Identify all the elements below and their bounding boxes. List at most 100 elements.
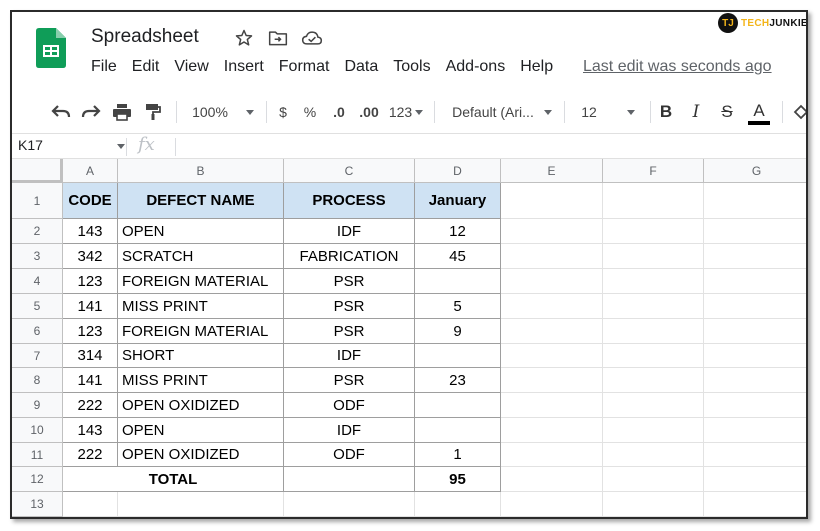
table-cell[interactable]: 45 — [415, 244, 501, 269]
table-cell[interactable]: 314 — [63, 344, 118, 368]
grid-cell[interactable] — [704, 244, 806, 269]
grid-cell[interactable] — [704, 443, 806, 467]
table-cell[interactable]: 141 — [63, 294, 118, 319]
menu-insert[interactable]: Insert — [224, 58, 264, 76]
document-title[interactable]: Spreadsheet — [91, 26, 199, 48]
table-cell[interactable]: PSR — [284, 368, 415, 393]
row-header-5[interactable]: 5 — [12, 294, 63, 319]
table-cell[interactable]: MISS PRINT — [118, 368, 284, 393]
percent-format-button[interactable]: % — [299, 92, 321, 132]
row-header-3[interactable]: 3 — [12, 244, 63, 269]
cloud-status-icon[interactable] — [300, 27, 324, 49]
table-cell[interactable]: IDF — [284, 418, 415, 443]
table-cell[interactable]: 143 — [63, 418, 118, 443]
table-cell[interactable]: 9 — [415, 319, 501, 344]
grid-cell[interactable] — [118, 492, 284, 517]
row-header-11[interactable]: 11 — [12, 443, 63, 467]
column-header-e[interactable]: E — [501, 159, 603, 183]
menu-tools[interactable]: Tools — [393, 58, 430, 76]
grid-cell[interactable] — [603, 467, 704, 492]
table-cell[interactable]: FOREIGN MATERIAL — [118, 269, 284, 294]
grid-cell[interactable] — [603, 443, 704, 467]
row-header-10[interactable]: 10 — [12, 418, 63, 443]
table-cell[interactable]: 222 — [63, 393, 118, 418]
row-header-13[interactable]: 13 — [12, 492, 63, 517]
row-header-7[interactable]: 7 — [12, 344, 63, 368]
grid-cell[interactable] — [704, 344, 806, 368]
grid-cell[interactable] — [603, 418, 704, 443]
grid-cell[interactable] — [501, 183, 603, 219]
grid-cell[interactable] — [704, 269, 806, 294]
grid-cell[interactable] — [501, 294, 603, 319]
currency-format-button[interactable]: $ — [272, 92, 294, 132]
grid-cell[interactable] — [501, 368, 603, 393]
menu-file[interactable]: File — [91, 58, 117, 76]
grid-cell[interactable] — [501, 344, 603, 368]
grid-cell[interactable] — [501, 219, 603, 244]
increase-decimals-button[interactable]: .00 — [355, 92, 383, 132]
table-header-cell[interactable]: PROCESS — [284, 183, 415, 219]
row-header-1[interactable]: 1 — [12, 183, 63, 219]
table-cell[interactable] — [415, 344, 501, 368]
grid-cell[interactable] — [704, 183, 806, 219]
bold-button[interactable]: B — [654, 92, 678, 132]
table-cell[interactable]: 123 — [63, 319, 118, 344]
undo-icon[interactable] — [48, 92, 74, 132]
column-header-a[interactable]: A — [63, 159, 118, 183]
menu-edit[interactable]: Edit — [132, 58, 160, 76]
grid-cell[interactable] — [603, 219, 704, 244]
column-header-f[interactable]: F — [603, 159, 704, 183]
name-box[interactable]: K17 — [18, 137, 43, 153]
grid-cell[interactable] — [501, 393, 603, 418]
row-header-12[interactable]: 12 — [12, 467, 63, 492]
font-size-select[interactable]: 12 — [572, 92, 644, 132]
redo-icon[interactable] — [78, 92, 104, 132]
row-header-8[interactable]: 8 — [12, 368, 63, 393]
grid-cell[interactable] — [603, 269, 704, 294]
grid-cell[interactable] — [603, 492, 704, 517]
table-cell[interactable]: 12 — [415, 219, 501, 244]
grid-cell[interactable] — [704, 319, 806, 344]
table-cell[interactable]: 1 — [415, 443, 501, 467]
grid-cell[interactable] — [501, 269, 603, 294]
table-cell[interactable]: MISS PRINT — [118, 294, 284, 319]
row-header-2[interactable]: 2 — [12, 219, 63, 244]
table-cell[interactable]: SHORT — [118, 344, 284, 368]
table-cell[interactable]: PSR — [284, 319, 415, 344]
grid-cell[interactable] — [501, 418, 603, 443]
move-folder-icon[interactable] — [266, 27, 290, 49]
table-cell[interactable]: OPEN — [118, 219, 284, 244]
table-cell[interactable]: IDF — [284, 344, 415, 368]
menu-format[interactable]: Format — [279, 58, 330, 76]
grid-cell[interactable] — [603, 393, 704, 418]
table-cell[interactable]: ODF — [284, 393, 415, 418]
print-icon[interactable] — [109, 92, 135, 132]
grid-cell[interactable] — [603, 319, 704, 344]
table-cell[interactable]: 222 — [63, 443, 118, 467]
table-cell[interactable]: 143 — [63, 219, 118, 244]
italic-button[interactable]: I — [684, 92, 708, 132]
table-header-cell[interactable]: DEFECT NAME — [118, 183, 284, 219]
menu-add-ons[interactable]: Add-ons — [446, 58, 506, 76]
table-cell[interactable]: OPEN OXIDIZED — [118, 393, 284, 418]
fill-color-icon[interactable] — [790, 92, 806, 132]
grid-cell[interactable] — [704, 294, 806, 319]
table-cell[interactable] — [415, 418, 501, 443]
row-header-4[interactable]: 4 — [12, 269, 63, 294]
table-cell[interactable] — [415, 269, 501, 294]
grid-cell[interactable] — [704, 467, 806, 492]
grid-cell[interactable] — [501, 492, 603, 517]
menu-help[interactable]: Help — [520, 58, 553, 76]
table-cell[interactable]: PSR — [284, 269, 415, 294]
table-cell[interactable]: ODF — [284, 443, 415, 467]
table-cell[interactable] — [415, 393, 501, 418]
sheets-logo-icon[interactable] — [36, 28, 66, 68]
font-family-select[interactable]: Default (Ari... — [446, 92, 558, 132]
grid-cell[interactable] — [704, 418, 806, 443]
column-header-g[interactable]: G — [704, 159, 806, 183]
grid-cell[interactable] — [501, 244, 603, 269]
menu-view[interactable]: View — [174, 58, 208, 76]
table-cell[interactable]: 123 — [63, 269, 118, 294]
table-cell[interactable]: 23 — [415, 368, 501, 393]
strikethrough-button[interactable]: S — [715, 92, 739, 132]
